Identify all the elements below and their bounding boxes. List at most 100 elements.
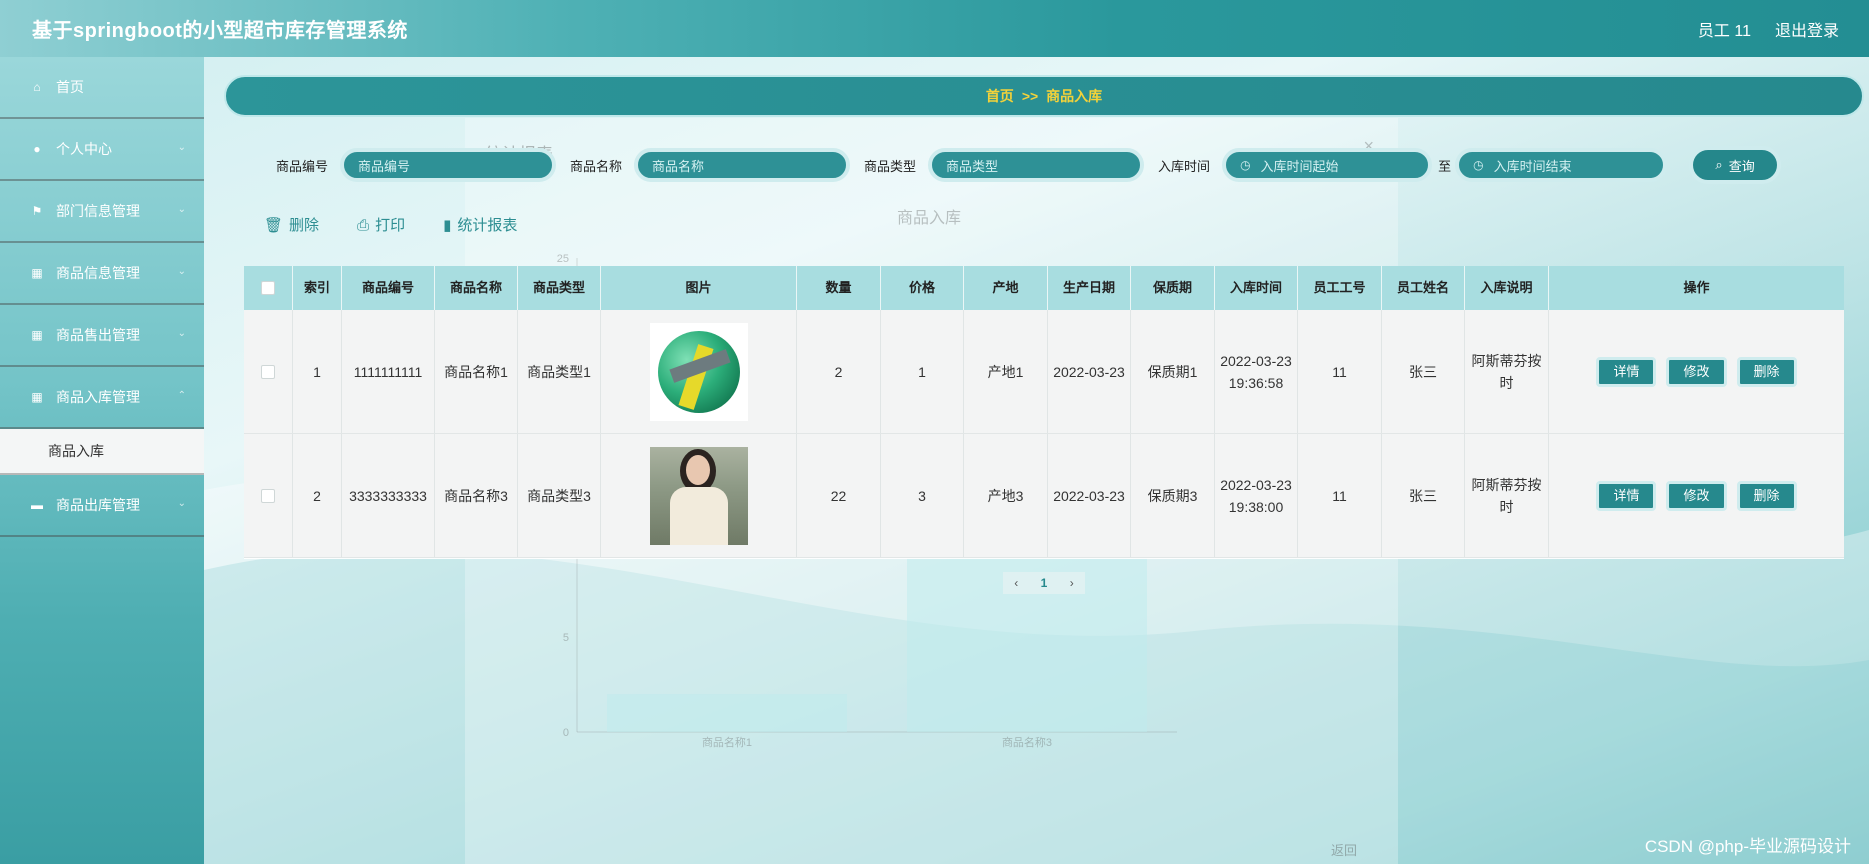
row-checkbox[interactable]: [261, 364, 275, 379]
breadcrumb-home[interactable]: 首页: [986, 86, 1014, 106]
chevron-down-icon: ⌄: [177, 142, 186, 153]
sidebar-subitem-goods-in[interactable]: 商品入库: [0, 429, 204, 475]
soccer-ball-icon: [657, 330, 740, 413]
row-delete-button[interactable]: 删除: [1736, 356, 1797, 387]
header-cell[interactable]: 员工姓名: [1382, 266, 1465, 310]
blouse-shape: [669, 486, 728, 545]
report-label: 统计报表: [457, 217, 518, 234]
edit-button[interactable]: 修改: [1666, 480, 1727, 511]
report-button[interactable]: ▮ 统计报表: [443, 214, 517, 235]
sidebar-item-department[interactable]: ⚑ 部门信息管理 ⌄: [0, 181, 204, 243]
code-label: 商品编号: [276, 158, 329, 174]
next-page-icon[interactable]: ›: [1070, 576, 1074, 590]
detail-button[interactable]: 详情: [1596, 356, 1657, 387]
chart-y-tick-label: 25: [557, 253, 569, 265]
header-cell[interactable]: 入库时间: [1215, 266, 1298, 310]
type-label: 商品类型: [864, 158, 917, 174]
emp-no-cell: 11: [1298, 434, 1382, 557]
chart-bar: [607, 694, 847, 732]
chart-x-tick-label: 商品名称3: [1002, 735, 1052, 749]
prev-page-icon[interactable]: ‹: [1014, 576, 1018, 590]
product-image-soccer-ball[interactable]: [649, 322, 748, 421]
header-cell: 操作: [1683, 280, 1710, 295]
sidebar-item-home[interactable]: ⌂ 首页: [0, 57, 204, 119]
header-cell[interactable]: 入库说明: [1465, 266, 1549, 310]
print-button[interactable]: ⎙ 打印: [357, 214, 405, 235]
row-delete-button[interactable]: 删除: [1736, 480, 1797, 511]
breadcrumb: 首页 >> 商品入库: [224, 75, 1864, 117]
code-input[interactable]: 商品编号: [340, 148, 557, 182]
table-row: 2 3333333333 商品名称3 商品类型3 22 3 产地3 2022-0…: [244, 434, 1844, 558]
actions-cell: 详情 修改 删除: [1549, 310, 1844, 433]
time-label: 入库时间: [1158, 158, 1211, 174]
query-button[interactable]: ⌕ 查询: [1689, 146, 1782, 184]
search-icon: ⌕: [1715, 157, 1723, 172]
sidebar-item-goods-sold[interactable]: ▦ 商品售出管理 ⌄: [0, 305, 204, 367]
header-cell[interactable]: 产地: [964, 266, 1048, 310]
sidebar-item-label: 商品入库管理: [56, 389, 140, 405]
watermark: CSDN @php-毕业源码设计: [1644, 837, 1851, 856]
select-all-checkbox[interactable]: [261, 281, 275, 295]
search-bar: 商品编号 商品编号 商品名称 商品名称 商品类型 商品类型 入库时间 ◷ 入库时…: [276, 146, 1782, 184]
header-cell[interactable]: 员工工号: [1298, 266, 1382, 310]
table-header: 索引 商品编号 商品名称 商品类型 图片 数量 价格 产地 生产日期 保质期 入…: [244, 266, 1844, 310]
sidebar-item-goods-out[interactable]: ▬ 商品出库管理 ⌄: [0, 475, 204, 537]
query-label: 查询: [1728, 158, 1755, 174]
toolbar: 🗑 删除 ⎙ 打印 ▮ 统计报表: [264, 214, 517, 235]
time-cell: 2022-03-23 19:36:58: [1215, 310, 1298, 433]
price-cell: 1: [881, 310, 964, 433]
grid-icon: ▦: [31, 328, 43, 342]
chevron-down-icon: ⌄: [177, 498, 186, 509]
monitor-icon: ▬: [31, 498, 43, 512]
home-icon: ⌂: [33, 80, 41, 94]
edit-button[interactable]: 修改: [1666, 356, 1727, 387]
detail-button[interactable]: 详情: [1596, 480, 1657, 511]
header-cell[interactable]: 索引: [293, 266, 342, 310]
emp-name-cell: 张三: [1382, 310, 1465, 433]
price-cell: 3: [881, 434, 964, 557]
name-cell: 商品名称3: [435, 434, 518, 557]
header-cell[interactable]: 保质期: [1131, 266, 1215, 310]
breadcrumb-separator: >>: [1021, 88, 1039, 104]
header-cell[interactable]: 价格: [881, 266, 964, 310]
code-cell: 1111111111: [342, 310, 435, 433]
sidebar-item-goods-info[interactable]: ▦ 商品信息管理 ⌄: [0, 243, 204, 305]
logout-link[interactable]: 退出登录: [1775, 17, 1839, 41]
chevron-down-icon: ⌄: [177, 204, 186, 215]
current-page[interactable]: 1: [1041, 576, 1048, 590]
flag-icon: ⚑: [31, 204, 43, 218]
type-input[interactable]: 商品类型: [928, 148, 1145, 182]
time-end-input[interactable]: ◷ 入库时间结束: [1455, 148, 1668, 182]
name-input[interactable]: 商品名称: [634, 148, 851, 182]
current-user[interactable]: 员工 11: [1698, 17, 1751, 41]
sidebar-item-label: 商品出库管理: [56, 497, 140, 513]
header-cell[interactable]: 数量: [797, 266, 881, 310]
sidebar-item-goods-in[interactable]: ▦ 商品入库管理 ⌃: [0, 367, 204, 429]
row-checkbox[interactable]: [261, 488, 275, 503]
delete-button[interactable]: 🗑 删除: [264, 214, 319, 235]
header-cell[interactable]: 商品编号: [342, 266, 435, 310]
back-button[interactable]: 返回: [1331, 840, 1357, 859]
time-cell: 2022-03-23 19:38:00: [1215, 434, 1298, 557]
sidebar-item-label: 商品售出管理: [56, 327, 140, 343]
header-cell: 图片: [601, 266, 797, 310]
row-select-cell: [244, 310, 293, 433]
row-select-cell: [244, 434, 293, 557]
sidebar-item-label: 商品信息管理: [56, 265, 140, 281]
shelf-cell: 保质期3: [1131, 434, 1215, 557]
header-cell[interactable]: 商品名称: [435, 266, 518, 310]
grid-icon: ▦: [31, 266, 43, 280]
header-cell[interactable]: 商品类型: [518, 266, 601, 310]
time-start-input[interactable]: ◷ 入库时间起始: [1222, 148, 1433, 182]
printer-icon: ⎙: [357, 217, 370, 234]
note-cell: 阿斯蒂芬按时: [1465, 310, 1549, 433]
product-image-blouse[interactable]: [649, 446, 748, 545]
grid-icon: ▦: [31, 390, 43, 404]
sidebar-item-label: 首页: [56, 79, 84, 95]
table-row: 1 1111111111 商品名称1 商品类型1 2 1 产地1 2022-03…: [244, 310, 1844, 434]
emp-no-cell: 11: [1298, 310, 1382, 433]
time-end-placeholder: 入库时间结束: [1493, 158, 1572, 174]
header-cell[interactable]: 生产日期: [1048, 266, 1131, 310]
sidebar-item-profile[interactable]: ● 个人中心 ⌄: [0, 119, 204, 181]
face-shape: [685, 454, 710, 485]
